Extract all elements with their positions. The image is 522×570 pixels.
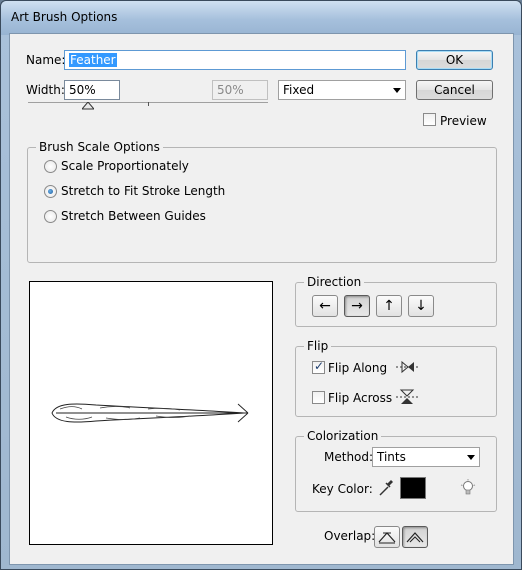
width-slider-thumb[interactable] — [82, 102, 94, 110]
dialog-window: Art Brush Options Name: Feather OK Width… — [0, 0, 522, 570]
flip-along-label: Flip Along — [328, 361, 388, 375]
radio-stretch-to-fit[interactable] — [44, 185, 57, 198]
direction-group: Direction ← → ↑ ↓ — [295, 275, 497, 327]
window-title: Art Brush Options — [11, 10, 118, 24]
direction-left-button[interactable]: ← — [312, 295, 338, 317]
flip-title: Flip — [304, 339, 332, 353]
preview-label: Preview — [440, 114, 487, 128]
flip-across-checkbox[interactable] — [312, 391, 325, 404]
stretch-to-fit-label: Stretch to Fit Stroke Length — [61, 184, 226, 198]
brush-scale-group: Brush Scale Options Scale Proportionatel… — [27, 140, 497, 263]
method-label: Method: — [324, 450, 374, 464]
colorization-group: Colorization Method: Tints Key Color: — [295, 429, 497, 512]
brush-scale-title: Brush Scale Options — [36, 140, 163, 154]
key-color-swatch[interactable] — [400, 477, 426, 499]
overlap-none-icon — [406, 532, 424, 543]
lightbulb-icon[interactable] — [460, 479, 476, 497]
radio-scale-proportionately[interactable] — [44, 160, 57, 173]
flip-group: Flip Flip Along Flip Across — [295, 339, 497, 417]
name-input[interactable]: Feather — [64, 50, 406, 70]
eyedropper-icon[interactable] — [378, 479, 394, 497]
overlap-adjust-button[interactable] — [374, 526, 400, 548]
overlap-label: Overlap: — [324, 529, 376, 543]
flip-along-icon — [396, 360, 418, 374]
flip-across-label: Flip Across — [328, 391, 393, 405]
direction-title: Direction — [304, 275, 365, 289]
width-mode-dropdown[interactable]: Fixed — [278, 80, 406, 100]
width-input[interactable]: 50% — [64, 80, 120, 100]
brush-preview-box — [29, 281, 273, 545]
ok-button[interactable]: OK — [416, 50, 493, 70]
width-label: Width: — [26, 83, 65, 97]
arrow-left-icon: ← — [319, 298, 331, 314]
name-input-value: Feather — [69, 53, 117, 67]
key-color-label: Key Color: — [312, 482, 373, 496]
width-slider-tick — [148, 102, 149, 106]
scale-proportionately-label: Scale Proportionately — [61, 159, 189, 173]
flip-along-checkbox[interactable] — [312, 359, 325, 374]
overlap-adjust-icon — [378, 532, 396, 544]
chevron-down-icon — [467, 455, 475, 460]
direction-right-button[interactable]: → — [344, 295, 370, 317]
width-variation-input: 50% — [212, 80, 268, 100]
colorization-title: Colorization — [304, 429, 382, 443]
method-value: Tints — [377, 450, 406, 464]
chevron-down-icon — [393, 88, 401, 93]
preview-checkbox[interactable] — [423, 113, 436, 126]
title-bar[interactable]: Art Brush Options — [1, 1, 521, 35]
name-label: Name: — [26, 53, 66, 67]
overlap-none-button[interactable] — [402, 526, 428, 548]
arrow-up-icon: ↑ — [383, 298, 395, 314]
direction-up-button[interactable]: ↑ — [376, 295, 402, 317]
radio-stretch-between-guides[interactable] — [44, 210, 57, 223]
feather-brush-preview — [51, 403, 249, 423]
method-dropdown[interactable]: Tints — [372, 447, 480, 467]
arrow-down-icon: ↓ — [415, 298, 427, 314]
arrow-right-icon: → — [351, 298, 363, 314]
dialog-client-area: Name: Feather OK Width: 50% 50% Fixed Ca… — [9, 33, 514, 565]
direction-down-button[interactable]: ↓ — [408, 295, 434, 317]
cancel-button[interactable]: Cancel — [416, 80, 493, 100]
flip-across-icon — [396, 389, 418, 404]
width-mode-value: Fixed — [283, 83, 315, 97]
stretch-between-guides-label: Stretch Between Guides — [61, 209, 206, 223]
